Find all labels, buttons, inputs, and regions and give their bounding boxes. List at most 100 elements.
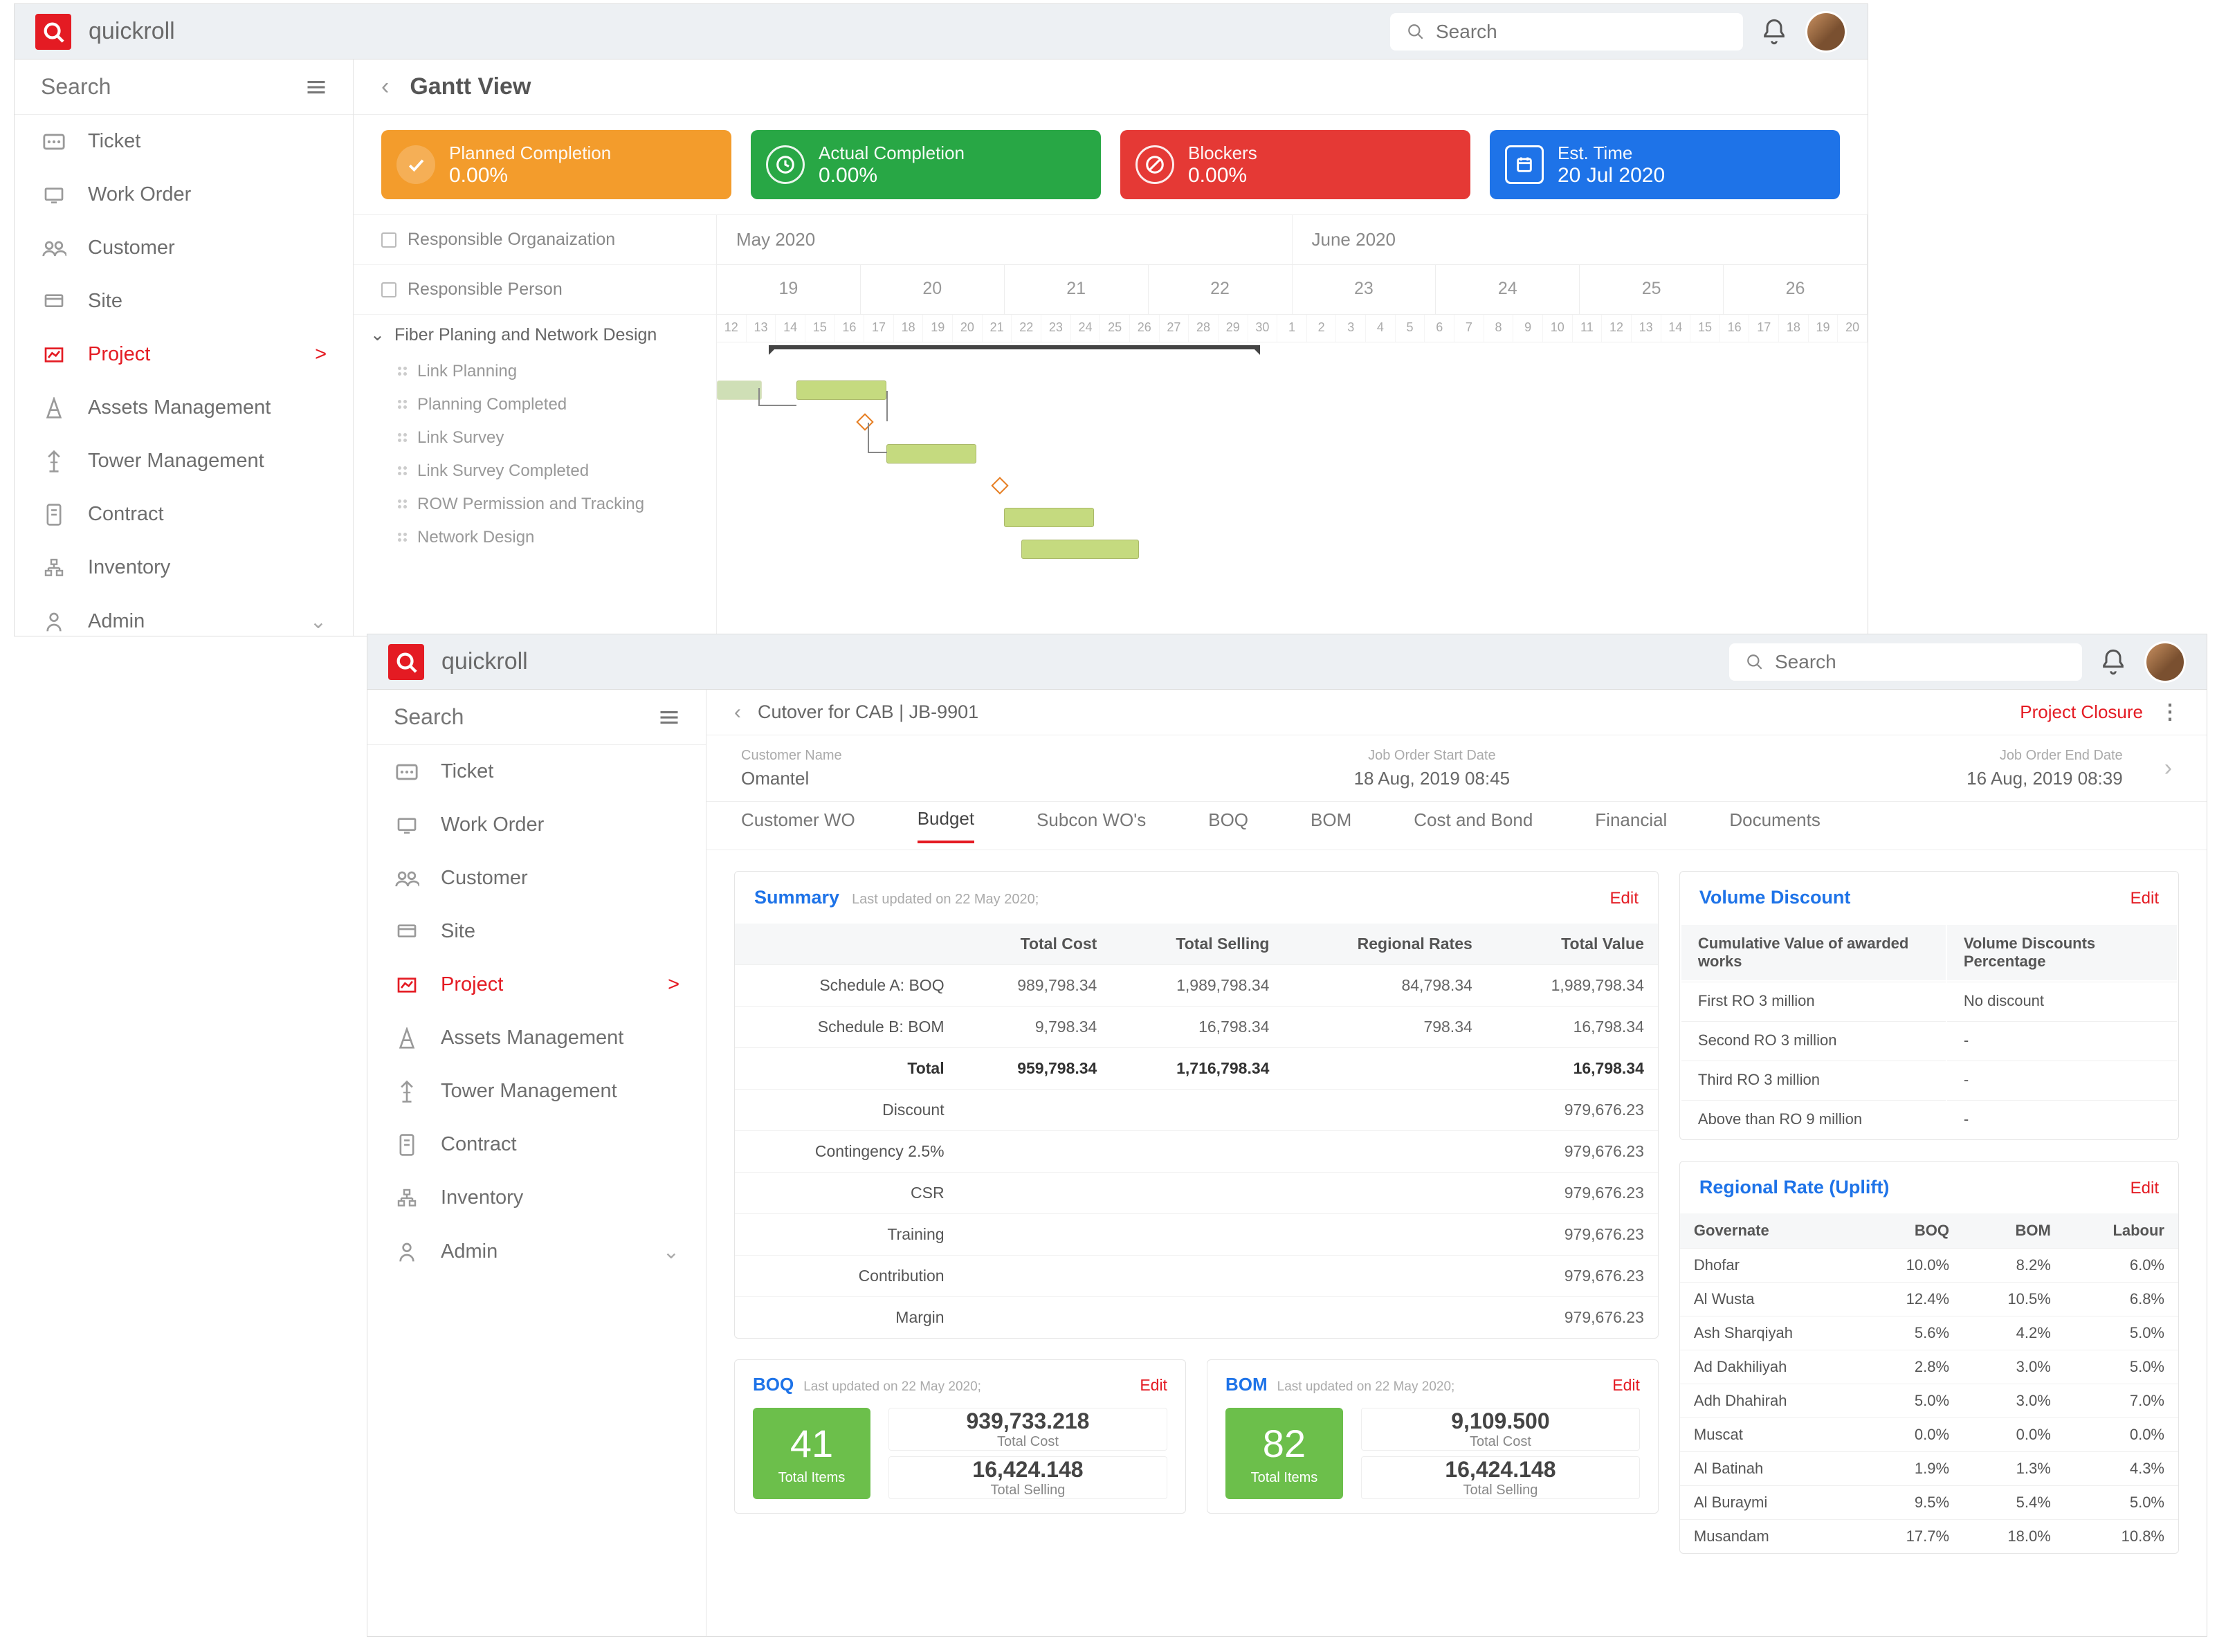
gantt-task[interactable]: Planning Completed (354, 388, 716, 421)
card-planned[interactable]: Planned Completion0.00% (381, 130, 731, 199)
day-label: 12 (717, 315, 747, 342)
sidebar-item-site[interactable]: Site (15, 275, 353, 328)
checkbox-icon[interactable] (381, 282, 396, 297)
sidebar-icon (41, 184, 67, 206)
day-label: 6 (1425, 315, 1454, 342)
sidebar-icon (394, 814, 420, 836)
tab-bom[interactable]: BOM (1311, 809, 1351, 842)
sidebar-item-ticket[interactable]: Ticket (15, 115, 353, 168)
sidebar-item-site[interactable]: Site (367, 905, 706, 958)
sidebar-item-inventory[interactable]: Inventory (15, 541, 353, 594)
edit-link[interactable]: Edit (1612, 1376, 1640, 1395)
gantt-bar[interactable] (1004, 508, 1094, 527)
milestone-icon[interactable] (991, 477, 1008, 494)
week-label: 20 (861, 265, 1005, 314)
bom-panel: BOMLast updated on 22 May 2020;Edit 82To… (1207, 1359, 1659, 1514)
gantt-task[interactable]: Link Survey (354, 421, 716, 455)
back-icon[interactable]: ‹ (734, 701, 741, 724)
global-search[interactable] (1390, 13, 1743, 51)
gantt-filter-org[interactable]: Responsible Organaization (354, 215, 716, 265)
sidebar-search[interactable]: Search (367, 690, 706, 745)
sidebar-item-project[interactable]: Project > (367, 958, 706, 1011)
menu-icon[interactable] (306, 79, 327, 95)
gantt-task[interactable]: Link Planning (354, 355, 716, 388)
sidebar-item-tower-management[interactable]: Tower Management (15, 434, 353, 488)
global-search[interactable] (1729, 643, 2082, 681)
app-logo[interactable] (388, 644, 424, 680)
gantt-timeline[interactable]: May 2020 June 2020 1920212223242526 1213… (717, 215, 1868, 636)
sidebar-item-label: Assets Management (441, 1027, 623, 1049)
day-label: 30 (1248, 315, 1278, 342)
table-row: Margin979,676.23 (735, 1297, 1658, 1339)
card-est-time[interactable]: Est. Time20 Jul 2020 (1490, 130, 1840, 199)
gantt-task[interactable]: Link Survey Completed (354, 455, 716, 488)
sidebar-icon (394, 868, 420, 890)
day-label: 23 (1041, 315, 1071, 342)
gantt-filter-person[interactable]: Responsible Person (354, 265, 716, 315)
edit-link[interactable]: Edit (1610, 889, 1639, 908)
gantt-bar[interactable] (886, 444, 976, 464)
sidebar-item-label: Project (441, 973, 503, 996)
sidebar-item-contract[interactable]: Contract (15, 488, 353, 541)
avatar[interactable] (2144, 641, 2186, 683)
search-input[interactable] (1775, 651, 2065, 673)
gantt-group[interactable]: ⌄Fiber Planing and Network Design (354, 315, 716, 355)
table-row: Muscat0.0%0.0%0.0% (1680, 1418, 2178, 1452)
table-row: Contingency 2.5%979,676.23 (735, 1131, 1658, 1173)
avatar[interactable] (1805, 11, 1847, 53)
day-label: 20 (953, 315, 983, 342)
tab-financial[interactable]: Financial (1595, 809, 1667, 842)
sidebar-item-contract[interactable]: Contract (367, 1118, 706, 1171)
sidebar-item-label: Project (88, 343, 150, 366)
sidebar-item-customer[interactable]: Customer (15, 221, 353, 275)
chevron-right-icon[interactable]: › (2164, 755, 2172, 782)
sidebar-item-assets-management[interactable]: Assets Management (367, 1011, 706, 1065)
tab-budget[interactable]: Budget (918, 808, 974, 843)
gantt-bar[interactable] (717, 380, 762, 400)
day-label: 21 (983, 315, 1012, 342)
card-blockers[interactable]: Blockers0.00% (1120, 130, 1470, 199)
table-row: Al Batinah1.9%1.3%4.3% (1680, 1452, 2178, 1486)
menu-icon[interactable] (659, 709, 679, 726)
tab-cost-and-bond[interactable]: Cost and Bond (1414, 809, 1533, 842)
card-actual[interactable]: Actual Completion0.00% (751, 130, 1101, 199)
gantt-bar[interactable] (1021, 540, 1139, 559)
sidebar-item-tower-management[interactable]: Tower Management (367, 1065, 706, 1118)
back-icon[interactable]: ‹ (381, 73, 389, 100)
more-icon[interactable]: ⋮ (2160, 700, 2179, 724)
sidebar-item-project[interactable]: Project > (15, 328, 353, 381)
sidebar-item-admin[interactable]: Admin⌄ (367, 1224, 706, 1279)
tab-boq[interactable]: BOQ (1208, 809, 1248, 842)
project-closure-link[interactable]: Project Closure (2020, 701, 2143, 723)
edit-link[interactable]: Edit (2131, 889, 2159, 908)
edit-link[interactable]: Edit (1140, 1376, 1167, 1395)
tab-subcon-wo-s[interactable]: Subcon WO's (1037, 809, 1146, 842)
sidebar-icon (394, 974, 420, 996)
tab-documents[interactable]: Documents (1729, 809, 1821, 842)
sidebar-item-admin[interactable]: Admin⌄ (15, 594, 353, 636)
tab-customer-wo[interactable]: Customer WO (741, 809, 855, 842)
sidebar-search[interactable]: Search (15, 59, 353, 115)
chevron-icon: > (668, 973, 679, 996)
checkbox-icon[interactable] (381, 232, 396, 248)
search-icon (1746, 653, 1764, 671)
edit-link[interactable]: Edit (2131, 1179, 2159, 1198)
drag-icon (398, 367, 408, 376)
app-logo[interactable] (35, 14, 71, 50)
table-row: Second RO 3 million- (1681, 1021, 2177, 1059)
gantt-task[interactable]: ROW Permission and Tracking (354, 488, 716, 521)
sidebar-item-inventory[interactable]: Inventory (367, 1171, 706, 1224)
sidebar-item-assets-management[interactable]: Assets Management (15, 381, 353, 434)
search-input[interactable] (1436, 21, 1726, 43)
bell-icon[interactable] (2099, 648, 2127, 676)
check-icon (396, 145, 435, 184)
sidebar-item-work-order[interactable]: Work Order (367, 798, 706, 852)
sidebar-item-label: Admin (441, 1240, 498, 1263)
gantt-task[interactable]: Network Design (354, 521, 716, 554)
gantt-bar[interactable] (796, 380, 886, 400)
bell-icon[interactable] (1760, 18, 1788, 46)
sidebar-item-customer[interactable]: Customer (367, 852, 706, 905)
chevron-icon: > (315, 343, 327, 366)
sidebar-item-ticket[interactable]: Ticket (367, 745, 706, 798)
sidebar-item-work-order[interactable]: Work Order (15, 168, 353, 221)
